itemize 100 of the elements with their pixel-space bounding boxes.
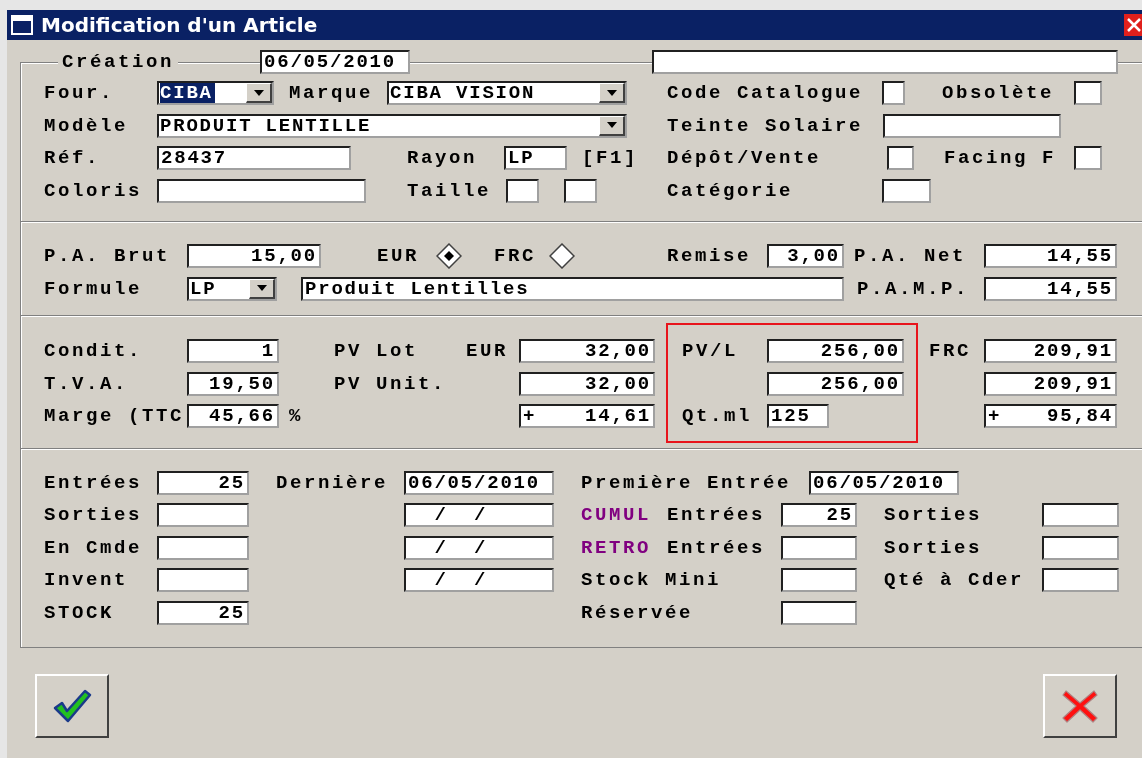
input-field[interactable]: 14,55 [984, 244, 1117, 269]
field-label: En Cmde [44, 536, 142, 559]
input-field[interactable]: 32,00 [519, 339, 655, 364]
field-label: PV Unit. [334, 372, 446, 395]
radio-button[interactable] [549, 243, 575, 270]
input-field[interactable]: 14,55 [984, 276, 1117, 301]
window-menu-icon[interactable] [11, 15, 33, 35]
field-label: Entrées [667, 536, 765, 559]
input-field[interactable] [887, 146, 914, 171]
field-label: Four. [44, 82, 114, 105]
field-label: Qté à Cder [884, 569, 1025, 592]
input-field[interactable]: 256,00 [767, 371, 904, 396]
input-field[interactable]: + 95,84 [984, 404, 1117, 429]
field-label: Dernière [276, 471, 388, 494]
input-field[interactable]: 209,91 [984, 371, 1117, 396]
input-field[interactable]: / / [404, 535, 554, 560]
input-field[interactable] [157, 535, 249, 560]
field-label: Catégorie [667, 179, 794, 202]
input-field[interactable]: 15,00 [187, 244, 321, 269]
confirm-button[interactable] [35, 674, 109, 738]
field-label: Dépôt/Vente [667, 147, 822, 170]
field-label: [F1] [582, 147, 638, 170]
input-field[interactable] [882, 81, 905, 106]
field-label: Code Catalogue [667, 82, 864, 105]
field-label: Entrées [667, 504, 765, 527]
field-label: Obsolète [942, 82, 1054, 105]
input-field[interactable]: 3,00 [767, 244, 844, 269]
input-field[interactable]: 25 [157, 470, 249, 495]
input-field[interactable] [506, 178, 539, 203]
field-label: CUMUL [581, 504, 651, 527]
field-label: Sorties [44, 504, 142, 527]
input-field[interactable]: 1 [187, 339, 279, 364]
field-label: Sorties [884, 536, 982, 559]
field-label: P.A. Net [854, 245, 966, 268]
field-label: Marge (TTC [44, 405, 185, 428]
field-label: STOCK [44, 601, 114, 624]
field-label: P.A. Brut [44, 245, 171, 268]
input-field[interactable] [564, 178, 597, 203]
input-field[interactable]: 125 [767, 404, 829, 429]
field-label: Condit. [44, 340, 142, 363]
radio-button[interactable] [436, 243, 462, 270]
field-label: Qt.ml [682, 405, 752, 428]
input-field[interactable]: 25 [157, 600, 249, 625]
input-field[interactable]: 256,00 [767, 339, 904, 364]
input-field[interactable] [1042, 568, 1119, 593]
field-label: EUR [466, 340, 508, 363]
input-field[interactable]: 25 [781, 503, 857, 528]
input-field[interactable] [652, 50, 1118, 74]
input-field[interactable]: 28437 [157, 146, 351, 171]
input-field[interactable] [1074, 146, 1102, 171]
field-label: Taille [407, 179, 491, 202]
input-field[interactable] [157, 503, 249, 528]
input-field[interactable] [157, 178, 366, 203]
input-field[interactable]: 19,50 [187, 371, 279, 396]
field-label: Sorties [884, 504, 982, 527]
input-field[interactable]: / / [404, 503, 554, 528]
field-label: Rayon [407, 147, 477, 170]
input-field[interactable] [883, 113, 1061, 138]
input-field[interactable] [882, 178, 931, 203]
input-field[interactable]: 06/05/2010 [404, 470, 554, 495]
field-label: PV Lot [334, 340, 418, 363]
field-label: Teinte Solaire [667, 114, 864, 137]
field-label: EUR [377, 245, 419, 268]
dropdown-field[interactable]: CIBA [157, 81, 274, 106]
creation-date-field[interactable]: 06/05/2010 [260, 50, 410, 74]
input-field[interactable] [781, 535, 857, 560]
field-label: PV/L [682, 340, 738, 363]
input-field[interactable] [1074, 81, 1102, 106]
input-field[interactable] [1042, 503, 1119, 528]
field-label: Formule [44, 277, 142, 300]
dropdown-field[interactable]: LP [187, 276, 277, 301]
input-field[interactable] [1042, 535, 1119, 560]
field-label: Coloris [44, 179, 142, 202]
field-label: Première Entrée [581, 471, 792, 494]
close-icon[interactable] [1124, 14, 1142, 36]
input-field[interactable]: Produit Lentilles [301, 276, 844, 301]
input-field[interactable]: 06/05/2010 [809, 470, 959, 495]
dropdown-field[interactable]: CIBA VISION [387, 81, 627, 106]
input-field[interactable]: LP [504, 146, 567, 171]
input-field[interactable]: + 14,61 [519, 404, 655, 429]
dropdown-field[interactable]: PRODUIT LENTILLE [157, 113, 627, 138]
input-field[interactable]: / / [404, 568, 554, 593]
field-label: T.V.A. [44, 372, 128, 395]
checkmark-icon [52, 688, 92, 724]
cancel-button[interactable] [1043, 674, 1117, 738]
field-label: RETRO [581, 536, 651, 559]
input-field[interactable]: 45,66 [187, 404, 279, 429]
field-label: P.A.M.P. [857, 277, 969, 300]
input-field[interactable] [157, 568, 249, 593]
input-field[interactable]: 209,91 [984, 339, 1117, 364]
field-label: Modèle [44, 114, 128, 137]
field-label: Marque [289, 82, 373, 105]
input-field[interactable] [781, 568, 857, 593]
field-label: FRC [929, 340, 971, 363]
input-field[interactable] [781, 600, 857, 625]
field-label: Réservée [581, 601, 693, 624]
input-field[interactable]: 32,00 [519, 371, 655, 396]
field-label: FRC [494, 245, 536, 268]
field-label: Stock Mini [581, 569, 722, 592]
field-label: Facing F [944, 147, 1056, 170]
